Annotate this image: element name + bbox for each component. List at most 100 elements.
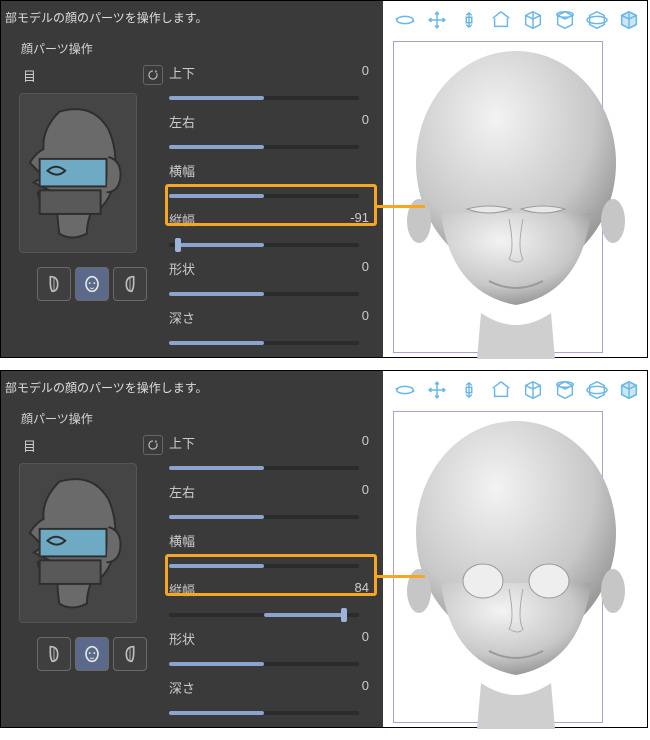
- param-depth: 深さ 0: [169, 308, 371, 345]
- reset-icon: [146, 68, 160, 82]
- param-label: 形状: [169, 262, 195, 277]
- right-pane: [383, 1, 647, 357]
- category-row: 目: [19, 433, 169, 457]
- slider-width[interactable]: [169, 194, 359, 198]
- category-label: 目: [23, 66, 36, 85]
- slider-height[interactable]: [169, 243, 359, 247]
- home-icon[interactable]: [489, 9, 513, 31]
- slider-height[interactable]: [169, 613, 359, 617]
- pan-icon[interactable]: [425, 9, 449, 31]
- param-value: 0: [362, 678, 369, 693]
- slider-leftright[interactable]: [169, 515, 359, 519]
- param-label: 深さ: [169, 681, 195, 696]
- param-value: 0: [362, 629, 369, 644]
- orbit-icon[interactable]: [393, 9, 417, 31]
- orbit-icon[interactable]: [393, 379, 417, 401]
- profile-left-icon: [43, 643, 65, 665]
- cube-shaded-icon[interactable]: [617, 379, 641, 401]
- reset-button[interactable]: [143, 65, 163, 85]
- param-shape: 形状 0: [169, 259, 371, 296]
- cube-icon[interactable]: [521, 379, 545, 401]
- view-buttons: [37, 637, 169, 671]
- head-3d-preview[interactable]: [381, 413, 650, 729]
- reset-button[interactable]: [143, 435, 163, 455]
- param-value: 0: [362, 433, 369, 448]
- zoom-icon[interactable]: [457, 379, 481, 401]
- cube-shaded-icon[interactable]: [617, 9, 641, 31]
- head-3d-preview[interactable]: [381, 43, 650, 359]
- param-shape: 形状 0: [169, 629, 371, 666]
- param-label: 横幅: [169, 164, 195, 179]
- slider-updown[interactable]: [169, 466, 359, 470]
- slider-shape[interactable]: [169, 292, 359, 296]
- param-label: 横幅: [169, 534, 195, 549]
- preview-thumbnail: [19, 463, 137, 623]
- profile-right-icon: [119, 273, 141, 295]
- slider-updown[interactable]: [169, 96, 359, 100]
- face-front-icon: [81, 643, 103, 665]
- thumb-column: 目: [1, 63, 169, 357]
- description-text: 部モデルの顔のパーツを操作します。: [1, 5, 383, 36]
- param-label: 上下: [169, 66, 195, 81]
- description-text: 部モデルの顔のパーツを操作します。: [1, 375, 383, 406]
- cube-top-icon[interactable]: [553, 9, 577, 31]
- view-right-button[interactable]: [113, 267, 147, 301]
- reset-icon: [146, 438, 160, 452]
- param-depth: 深さ 0: [169, 678, 371, 715]
- param-value: 84: [355, 580, 369, 595]
- param-height: 縦幅 -91: [169, 210, 371, 247]
- category-row: 目: [19, 63, 169, 87]
- face-front-icon: [81, 273, 103, 295]
- view-left-button[interactable]: [37, 637, 71, 671]
- profile-right-icon: [119, 643, 141, 665]
- param-value: 0: [362, 259, 369, 274]
- param-label: 上下: [169, 436, 195, 451]
- slider-depth[interactable]: [169, 711, 359, 715]
- pan-icon[interactable]: [425, 379, 449, 401]
- slider-width[interactable]: [169, 564, 359, 568]
- param-label: 縦幅: [169, 583, 195, 598]
- param-value: 0: [362, 112, 369, 127]
- param-leftright: 左右 0: [169, 112, 371, 149]
- controls-row: 目: [1, 63, 383, 357]
- head-profile-icon: [20, 464, 136, 621]
- section-title: 顔パーツ操作: [1, 36, 383, 63]
- param-updown: 上下 0: [169, 63, 371, 100]
- right-pane: [383, 371, 647, 727]
- cube-rotate-icon[interactable]: [585, 379, 609, 401]
- view-right-button[interactable]: [113, 637, 147, 671]
- view-left-button[interactable]: [37, 267, 71, 301]
- param-label: 左右: [169, 115, 195, 130]
- panel-bottom: 部モデルの顔のパーツを操作します。 顔パーツ操作 目: [0, 370, 648, 728]
- slider-depth[interactable]: [169, 341, 359, 345]
- controls-row: 目: [1, 433, 383, 727]
- view-buttons: [37, 267, 169, 301]
- param-leftright: 左右 0: [169, 482, 371, 519]
- param-width: 横幅: [169, 531, 371, 568]
- view-front-button[interactable]: [75, 637, 109, 671]
- param-label: 縦幅: [169, 213, 195, 228]
- left-pane: 部モデルの顔のパーツを操作します。 顔パーツ操作 目: [1, 1, 383, 357]
- profile-left-icon: [43, 273, 65, 295]
- view-front-button[interactable]: [75, 267, 109, 301]
- cube-top-icon[interactable]: [553, 379, 577, 401]
- zoom-icon[interactable]: [457, 9, 481, 31]
- param-value: 0: [362, 63, 369, 78]
- param-column: 上下 0 左右 0 横幅 縦幅 84: [169, 433, 383, 727]
- slider-shape[interactable]: [169, 662, 359, 666]
- cube-icon[interactable]: [521, 9, 545, 31]
- panel-top: 部モデルの顔のパーツを操作します。 顔パーツ操作 目: [0, 0, 648, 358]
- param-label: 左右: [169, 485, 195, 500]
- cube-rotate-icon[interactable]: [585, 9, 609, 31]
- param-value: 0: [362, 482, 369, 497]
- home-icon[interactable]: [489, 379, 513, 401]
- slider-leftright[interactable]: [169, 145, 359, 149]
- thumb-column: 目: [1, 433, 169, 727]
- toolbar-3d: [383, 9, 641, 31]
- toolbar-3d: [383, 379, 641, 401]
- param-value: 0: [362, 308, 369, 323]
- category-label: 目: [23, 436, 36, 455]
- callout-line: [377, 205, 425, 208]
- param-height: 縦幅 84: [169, 580, 371, 617]
- preview-thumbnail: [19, 93, 137, 253]
